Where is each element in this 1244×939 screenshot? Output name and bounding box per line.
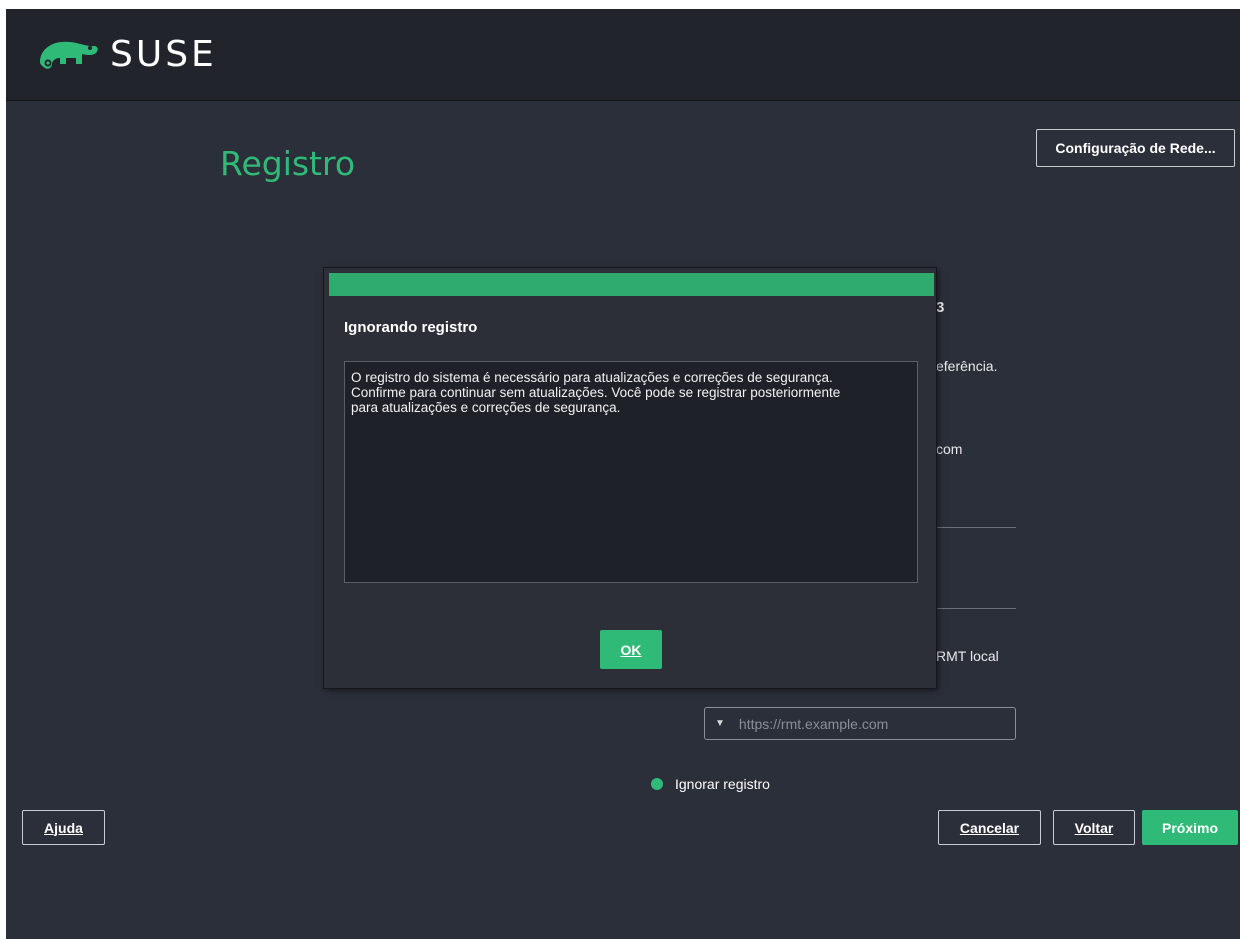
top-bar: SUSE <box>6 9 1240 101</box>
bg-fragment-digit: 3 <box>936 299 945 316</box>
help-button[interactable]: Ajuda <box>22 810 105 845</box>
divider <box>936 527 1016 528</box>
rmt-url-placeholder: https://rmt.example.com <box>738 715 889 732</box>
help-button-label: Ajuda <box>44 819 83 836</box>
rmt-server-url-combobox[interactable]: ▼ https://rmt.example.com <box>704 707 1016 740</box>
network-configuration-button[interactable]: Configuração de Rede... <box>1036 129 1235 167</box>
suse-logo: SUSE <box>36 31 217 77</box>
chameleon-icon <box>40 41 98 69</box>
dialog-header-bar <box>329 273 934 296</box>
next-button[interactable]: Próximo <box>1142 810 1238 845</box>
bg-text-fragment: eferência. <box>936 358 998 374</box>
ok-button[interactable]: OK <box>600 630 662 669</box>
brand-name: SUSE <box>110 33 217 75</box>
dialog-message: O registro do sistema é necessário para … <box>344 361 918 583</box>
back-button-label: Voltar <box>1074 819 1114 836</box>
skip-registration-label: Ignorar registro <box>675 776 770 792</box>
ok-button-label: OK <box>620 641 642 658</box>
cancel-button[interactable]: Cancelar <box>938 810 1041 845</box>
cancel-button-label: Cancelar <box>959 819 1020 836</box>
bg-text-fragment: com <box>936 441 963 457</box>
radio-selected-icon[interactable] <box>651 778 663 790</box>
dropdown-arrow-icon[interactable]: ▼ <box>715 718 725 729</box>
skip-registration-dialog: Ignorando registro O registro do sistema… <box>324 268 936 688</box>
skip-registration-radio[interactable]: Ignorar registro <box>651 776 770 792</box>
dialog-title: Ignorando registro <box>344 319 478 336</box>
back-button[interactable]: Voltar <box>1053 810 1135 845</box>
bg-text-fragment: RMT local <box>936 648 999 664</box>
page-title: Registro <box>220 144 356 183</box>
installer-screen: SUSE Registro Configuração de Rede... 3 … <box>6 9 1240 939</box>
divider <box>936 608 1016 609</box>
